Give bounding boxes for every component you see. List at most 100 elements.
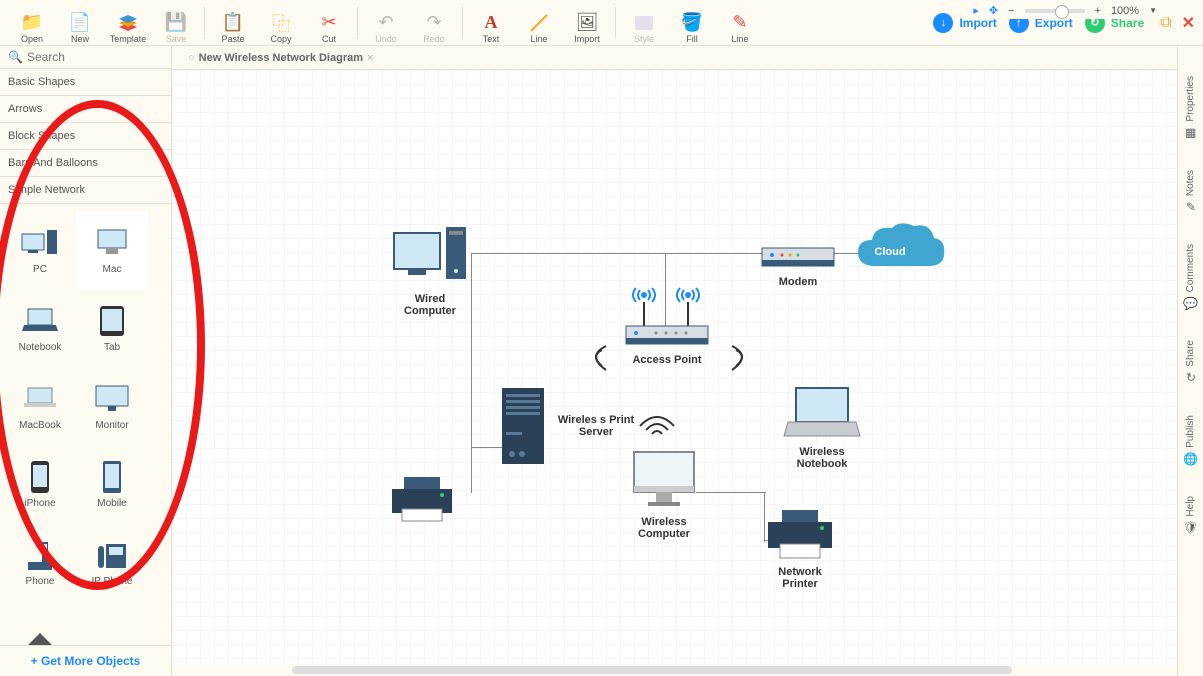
share-rail-icon: ↻ <box>1185 371 1195 385</box>
pc-icon <box>20 227 60 259</box>
shape-notebook[interactable]: Notebook <box>4 290 76 368</box>
node-wireless-notebook[interactable]: Wireless Notebook <box>782 384 862 470</box>
line-button[interactable]: Line <box>515 2 563 44</box>
paste-button[interactable]: 📋Paste <box>209 2 257 44</box>
cut-button[interactable]: ✂Cut <box>305 2 353 44</box>
zoom-out-icon[interactable]: − <box>1008 5 1014 17</box>
shape-phone[interactable]: Phone <box>4 524 76 602</box>
tab-current[interactable]: ○ New Wireless Network Diagram × <box>180 52 381 64</box>
category-block-shapes[interactable]: Block Shapes <box>0 123 171 150</box>
save-icon: 💾 <box>165 12 187 34</box>
shape-partial[interactable] <box>4 602 76 645</box>
notebook-icon <box>20 305 60 337</box>
tab-close-icon[interactable]: × <box>367 52 373 64</box>
copy-icon: ⿻ <box>270 12 292 34</box>
shape-tab[interactable]: Tab <box>76 290 148 368</box>
redo-icon: ↷ <box>423 12 445 34</box>
template-button[interactable]: Template <box>104 2 152 44</box>
wire <box>471 253 472 493</box>
fill-button[interactable]: 🪣Fill <box>668 2 716 44</box>
access-point-icon <box>612 280 722 350</box>
horizontal-scrollbar[interactable] <box>172 664 1177 676</box>
style-icon <box>633 12 655 34</box>
canvas[interactable]: Wired Computer Access Point Modem <box>172 70 1177 676</box>
text-icon: A <box>480 12 502 34</box>
shape-mobile[interactable]: Mobile <box>76 446 148 524</box>
modem-icon <box>760 242 836 272</box>
node-modem[interactable]: Modem <box>760 242 836 288</box>
rail-comments[interactable]: 💬Comments <box>1183 244 1198 310</box>
zoom-slider[interactable] <box>1025 9 1085 13</box>
help-icon: 🛡 <box>1183 520 1198 534</box>
node-print-server[interactable]: Wireles s Print Server <box>498 386 636 466</box>
text-button[interactable]: AText <box>467 2 515 44</box>
macbook-icon <box>20 383 60 415</box>
shape-monitor[interactable]: Monitor <box>76 368 148 446</box>
new-button[interactable]: 📄New <box>56 2 104 44</box>
shape-ipphone[interactable]: IP Phone <box>76 524 148 602</box>
document-tabs: ○ New Wireless Network Diagram × ▸ ✥ − +… <box>172 46 1177 70</box>
node-cloud[interactable]: Cloud <box>850 218 950 282</box>
rail-share[interactable]: ↻Share <box>1185 340 1196 385</box>
shape-mac[interactable]: Mac <box>76 212 148 290</box>
node-wireless-computer[interactable]: Wireless Computer <box>624 448 704 540</box>
save-button[interactable]: 💾Save <box>152 2 200 44</box>
comments-icon: 💬 <box>1183 296 1198 310</box>
search-input[interactable] <box>27 50 163 64</box>
shape-macbook[interactable]: MacBook <box>4 368 76 446</box>
search-icon: 🔍 <box>8 50 23 64</box>
right-rail: ▦Properties ✎Notes 💬Comments ↻Share 🌐Pub… <box>1177 46 1203 676</box>
node-wired-computer[interactable]: Wired Computer <box>390 225 470 317</box>
category-basic-shapes[interactable]: Basic Shapes <box>0 69 171 96</box>
node-access-point[interactable]: Access Point <box>612 280 722 366</box>
open-button[interactable]: 📁Open <box>8 2 56 44</box>
category-arrows[interactable]: Arrows <box>0 96 171 123</box>
tab-status-icon: ○ <box>188 52 195 64</box>
separator <box>204 7 205 39</box>
server-icon <box>498 386 548 466</box>
wireless-icon <box>566 338 616 378</box>
rail-properties[interactable]: ▦Properties <box>1185 76 1196 140</box>
get-more-objects[interactable]: + Get More Objects <box>0 645 171 676</box>
separator <box>615 7 616 39</box>
rail-publish[interactable]: 🌐Publish <box>1183 415 1198 466</box>
import-image-button[interactable]: 🖼Import <box>563 2 611 44</box>
separator <box>462 7 463 39</box>
rail-notes[interactable]: ✎Notes <box>1185 170 1196 214</box>
search-box[interactable]: 🔍 <box>0 46 171 69</box>
computer-icon <box>390 225 470 289</box>
shapes-grid: PC Mac Notebook Tab MacBook Monitor iPho… <box>0 204 171 645</box>
cut-icon: ✂ <box>318 12 340 34</box>
publish-icon: 🌐 <box>1183 452 1198 466</box>
wireless-icon <box>632 404 682 438</box>
node-network-printer[interactable]: Network Printer <box>760 508 840 590</box>
wireless-icon <box>722 338 772 378</box>
ipphone-icon <box>92 539 132 571</box>
cursor-icon[interactable]: ▸ <box>973 4 979 17</box>
printer-icon <box>384 475 460 525</box>
canvas-area: ○ New Wireless Network Diagram × ▸ ✥ − +… <box>172 46 1177 676</box>
mac-icon <box>92 227 132 259</box>
shape-pc[interactable]: PC <box>4 212 76 290</box>
separator <box>357 7 358 39</box>
undo-button[interactable]: ↶Undo <box>362 2 410 44</box>
category-bars-balloons[interactable]: Bars And Balloons <box>0 150 171 177</box>
fill-icon: 🪣 <box>681 12 703 34</box>
shape-iphone[interactable]: iPhone <box>4 446 76 524</box>
close-icon[interactable]: ✕ <box>1182 13 1195 33</box>
move-icon[interactable]: ✥ <box>989 4 998 17</box>
category-simple-network[interactable]: Simple Network <box>0 177 171 204</box>
wire <box>471 253 742 254</box>
style-button[interactable]: Style <box>620 2 668 44</box>
zoom-in-icon[interactable]: + <box>1095 5 1101 17</box>
pen-icon: ✎ <box>729 12 751 34</box>
redo-button[interactable]: ↷Redo <box>410 2 458 44</box>
line-style-button[interactable]: ✎Line <box>716 2 764 44</box>
copy-button[interactable]: ⿻Copy <box>257 2 305 44</box>
properties-icon: ▦ <box>1185 126 1196 140</box>
zoom-value: 100% <box>1111 5 1139 17</box>
rail-help[interactable]: 🛡Help <box>1183 496 1198 535</box>
zoom-dropdown-icon[interactable]: ▼ <box>1149 6 1157 15</box>
file-icon: 📄 <box>69 12 91 34</box>
node-printer-left[interactable] <box>384 475 460 525</box>
